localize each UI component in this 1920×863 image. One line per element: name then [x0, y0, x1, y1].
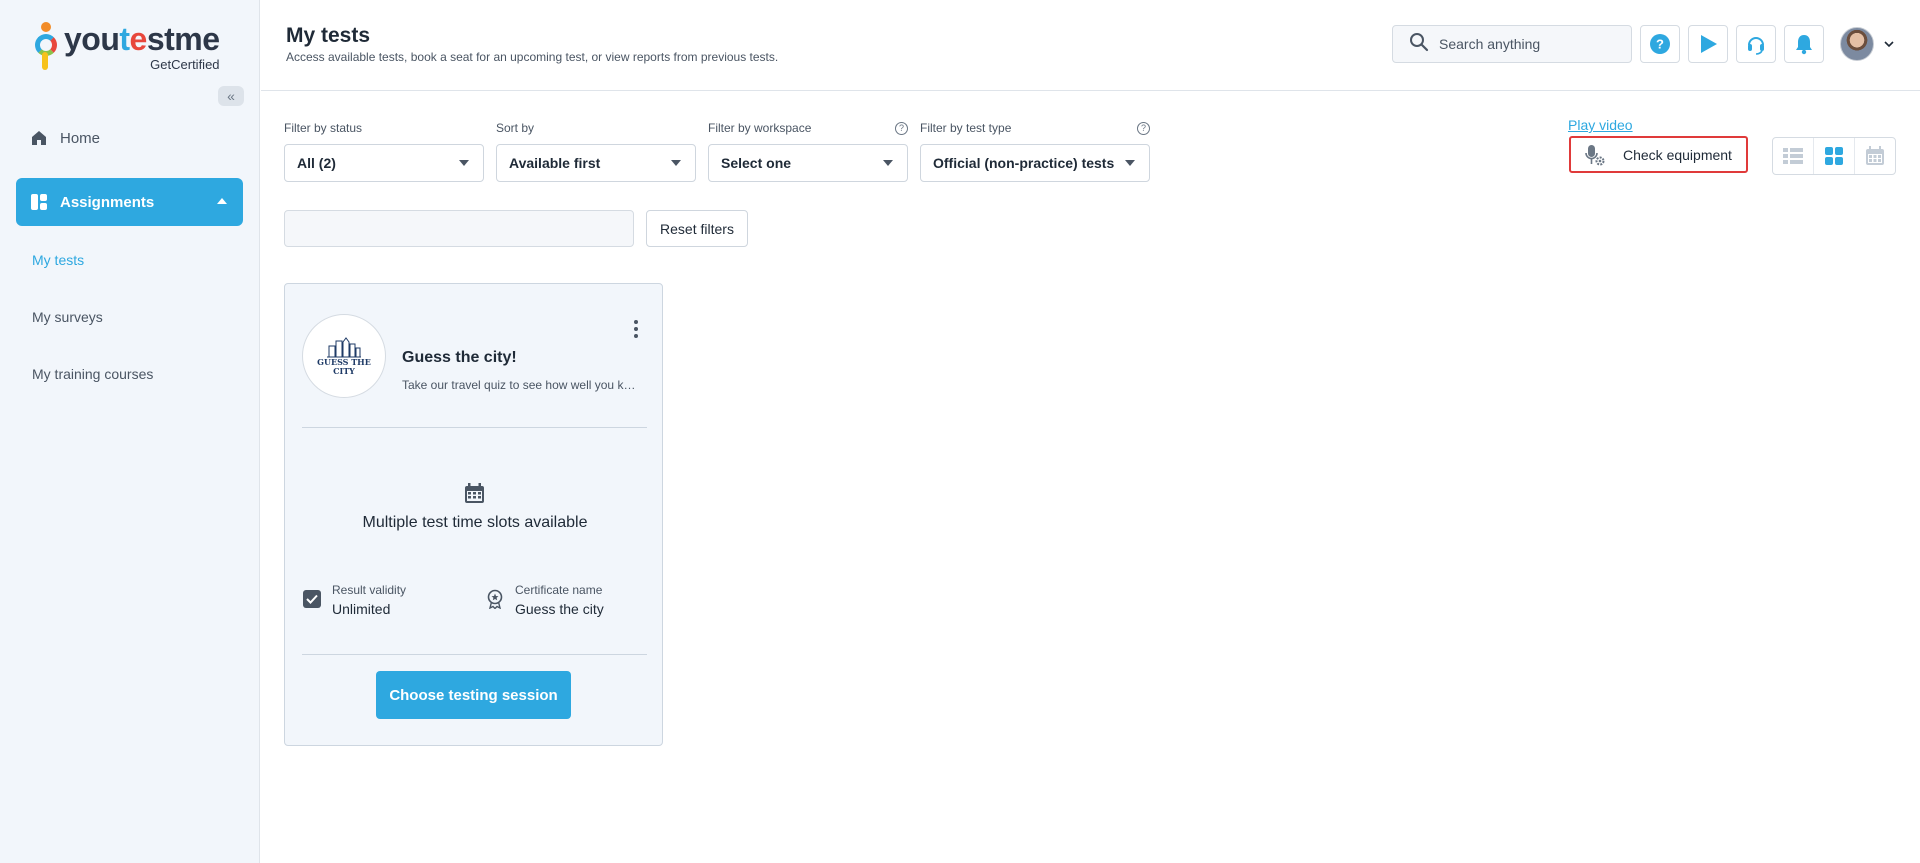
sidebar-item-label: Home — [60, 129, 101, 147]
award-ribbon-icon — [487, 589, 503, 609]
calendar-view-icon — [1866, 146, 1884, 165]
result-validity: Result validity Unlimited — [302, 583, 406, 617]
notifications-button[interactable] — [1784, 25, 1824, 63]
support-button[interactable] — [1736, 25, 1776, 63]
play-tutorial-button[interactable] — [1688, 25, 1728, 63]
svg-text:?: ? — [1656, 37, 1664, 52]
filter-workspace: Filter by workspace ? Select one — [708, 121, 908, 182]
divider — [302, 654, 647, 655]
reset-filters-button[interactable]: Reset filters — [646, 210, 748, 247]
microphone-gear-icon — [1585, 144, 1605, 165]
certificate-info: Certificate name Guess the city — [485, 583, 604, 617]
test-card: GUESS THE CITY Guess the city! Take our … — [284, 283, 663, 746]
search-icon — [1409, 32, 1429, 57]
search-input[interactable] — [1439, 36, 1619, 52]
sort-label: Sort by — [496, 121, 535, 135]
filter-status: Filter by status All (2) — [284, 121, 484, 182]
view-calendar-button[interactable] — [1855, 138, 1895, 174]
double-chevron-left-icon: « — [227, 88, 235, 104]
time-slots-info: Multiple test time slots available — [362, 514, 588, 531]
collapse-sidebar-button[interactable]: « — [218, 86, 244, 106]
sidebar-item-assignments[interactable]: Assignments — [16, 178, 243, 226]
caret-down-icon — [459, 160, 469, 166]
play-icon — [1701, 35, 1717, 53]
help-button[interactable]: ? — [1640, 25, 1680, 63]
checkbox-checked-icon — [303, 590, 321, 608]
sidebar-item-my-training-courses[interactable]: My training courses — [32, 366, 153, 382]
headset-icon — [1748, 37, 1764, 55]
test-description: Take our travel quiz to see how well you… — [402, 378, 637, 392]
test-type-select[interactable]: Official (non-practice) tests — [920, 144, 1150, 182]
logo-text-line-2: CITY — [333, 366, 355, 376]
global-search[interactable] — [1392, 25, 1632, 63]
divider — [302, 427, 647, 428]
page-subtitle: Access available tests, book a seat for … — [286, 50, 779, 64]
question-icon: ? — [1650, 34, 1670, 54]
logo-subtitle: GetCertified — [150, 57, 220, 72]
page-header: My tests Access available tests, book a … — [261, 0, 1920, 91]
test-type-select-value: Official (non-practice) tests — [933, 155, 1115, 171]
view-mode-toggle — [1772, 137, 1896, 175]
filter-sort: Sort by Available first — [496, 121, 696, 182]
certificate-name-label: Certificate name — [515, 583, 603, 597]
workspace-label: Filter by workspace — [708, 121, 812, 135]
sidebar-item-my-surveys[interactable]: My surveys — [32, 309, 103, 325]
sidebar: youtestme GetCertified « Home Assignment… — [0, 0, 260, 863]
city-skyline-icon — [327, 337, 361, 358]
play-video-link[interactable]: Play video — [1568, 117, 1633, 133]
chevron-down-icon[interactable] — [1884, 39, 1894, 49]
avatar[interactable] — [1840, 27, 1874, 61]
test-search-field[interactable] — [284, 210, 634, 247]
filter-test-type: Filter by test type ? Official (non-prac… — [920, 121, 1150, 182]
result-validity-value: Unlimited — [332, 601, 391, 617]
assignments-icon — [30, 193, 48, 211]
caret-down-icon — [1125, 160, 1135, 166]
question-circle-icon[interactable]: ? — [1137, 121, 1150, 135]
caret-down-icon — [671, 160, 681, 166]
more-vertical-icon[interactable] — [631, 319, 641, 339]
home-icon — [30, 129, 48, 147]
question-circle-icon[interactable]: ? — [895, 121, 908, 135]
status-select-value: All (2) — [297, 155, 336, 171]
sidebar-item-my-tests[interactable]: My tests — [32, 252, 84, 268]
check-equipment-button[interactable]: Check equipment — [1569, 136, 1748, 173]
sidebar-item-home[interactable]: Home — [30, 126, 100, 150]
test-title[interactable]: Guess the city! — [402, 349, 517, 367]
caret-down-icon — [883, 160, 893, 166]
logo-word: youtestme — [64, 21, 220, 57]
sidebar-item-label: Assignments — [60, 193, 155, 211]
test-logo: GUESS THE CITY — [302, 314, 386, 398]
list-view-icon — [1783, 148, 1803, 164]
bell-icon — [1796, 35, 1812, 55]
grid-view-icon — [1825, 147, 1843, 165]
workspace-select[interactable]: Select one — [708, 144, 908, 182]
sort-select-value: Available first — [509, 155, 601, 171]
brand-logo[interactable]: youtestme GetCertified — [34, 22, 220, 74]
view-list-button[interactable] — [1773, 138, 1814, 174]
test-type-label-row: Filter by test type ? — [920, 121, 1150, 135]
result-validity-label: Result validity — [332, 583, 407, 597]
choose-testing-session-button[interactable]: Choose testing session — [376, 671, 571, 719]
workspace-select-value: Select one — [721, 155, 792, 171]
status-select[interactable]: All (2) — [284, 144, 484, 182]
workspace-label-row: Filter by workspace ? — [708, 121, 908, 135]
logo-mark-icon — [34, 22, 60, 72]
check-equipment-label: Check equipment — [1623, 146, 1732, 163]
certificate-name-value: Guess the city — [515, 601, 604, 617]
filter-status-label: Filter by status — [284, 121, 363, 135]
test-search-input[interactable] — [285, 211, 633, 246]
calendar-icon — [465, 483, 484, 503]
page-title: My tests — [286, 24, 371, 47]
caret-up-icon — [217, 198, 227, 204]
view-grid-button[interactable] — [1814, 138, 1855, 174]
sort-select[interactable]: Available first — [496, 144, 696, 182]
test-type-label: Filter by test type — [920, 121, 1012, 135]
